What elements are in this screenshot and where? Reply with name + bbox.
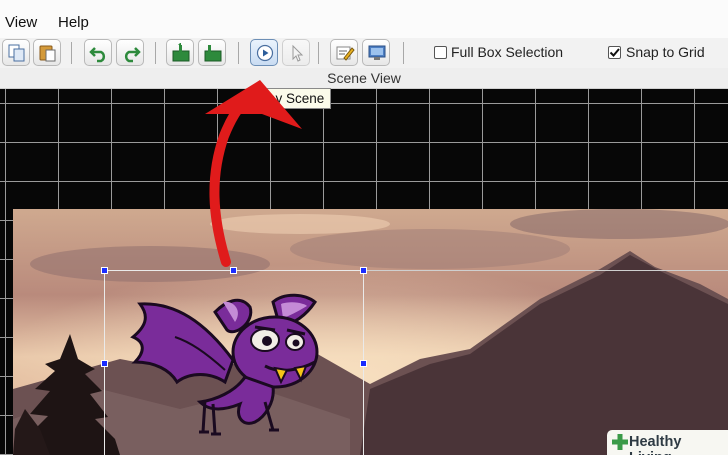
monitor-icon [368,45,386,60]
toolbar-separator [238,42,239,64]
bounds-line [364,270,728,271]
toolbar-separator [403,42,404,64]
copy-button[interactable] [2,39,30,66]
send-backward-icon [204,45,222,62]
paste-icon [39,45,56,62]
paste-button[interactable] [33,39,61,66]
scene-canvas[interactable]: Healthy Living [0,89,728,455]
snap-to-grid-label: Snap to Grid [626,44,705,60]
healthy-living-watermark: Healthy Living [607,430,728,455]
cursor-icon [292,44,304,62]
toolbar: Full Box Selection Snap to Grid [0,38,728,68]
menu-view[interactable]: View [5,14,37,31]
play-scene-button[interactable] [250,39,278,66]
full-box-selection-label: Full Box Selection [451,44,564,60]
watermark-text: Healthy Living [629,434,682,455]
checkmark-icon [609,48,620,57]
send-backward-button[interactable] [198,39,226,66]
resize-handle-right[interactable] [360,360,367,367]
resize-handle-top-left[interactable] [101,267,108,274]
pencil-icon [336,46,355,61]
bat-sprite[interactable] [115,282,345,452]
menu-help[interactable]: Help [58,14,89,31]
resize-handle-left[interactable] [101,360,108,367]
toolbar-separator [155,42,156,64]
settings-button[interactable] [362,39,390,66]
select-tool-button[interactable] [282,39,310,66]
scene-view-title: Scene View [327,70,401,86]
snap-to-grid-checkbox[interactable] [608,46,621,59]
toolbar-separator [318,42,319,64]
plus-logo-icon [612,434,628,450]
undo-button[interactable] [84,39,112,66]
undo-icon [89,47,106,63]
scene-view-header: Scene View [0,68,728,89]
annotation-arrow [205,80,302,267]
bring-forward-icon [172,43,190,62]
full-box-selection-checkbox[interactable] [434,46,447,59]
resize-handle-top-right[interactable] [360,267,367,274]
redo-icon [124,47,141,63]
copy-icon [8,44,25,62]
redo-button[interactable] [116,39,144,66]
menu-bar: View Help [0,0,728,39]
play-icon [256,44,274,62]
toolbar-separator [71,42,72,64]
edit-script-button[interactable] [330,39,358,66]
bring-forward-button[interactable] [166,39,194,66]
